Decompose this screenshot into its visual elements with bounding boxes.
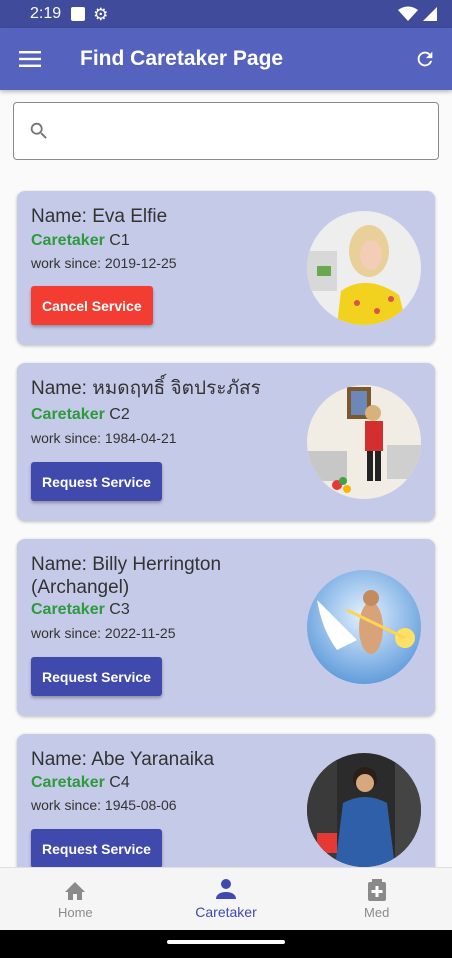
medical-icon	[367, 878, 386, 901]
notification-icon	[71, 7, 86, 21]
menu-icon	[19, 51, 41, 67]
nav-med[interactable]: Med	[301, 868, 452, 930]
person-icon	[216, 879, 236, 899]
caretaker-role: Caretaker C2	[31, 406, 130, 424]
gesture-handle[interactable]	[167, 940, 285, 944]
search-input[interactable]	[58, 103, 438, 159]
status-bar: 2:19 ⚙	[0, 0, 452, 28]
caretaker-name: Name: Abe Yaranaika	[31, 749, 215, 770]
role-label: Caretaker	[31, 232, 105, 249]
caretaker-name: Name: Billy Herrington (Archangel)	[31, 554, 222, 598]
caretaker-name: Name: หมดฤทธิ์ จิตประภัสร	[31, 378, 261, 399]
search-icon	[30, 122, 47, 139]
nav-caretaker-label: Caretaker	[195, 904, 257, 920]
home-icon	[65, 881, 86, 900]
signal-icon	[423, 7, 437, 21]
caretaker-role: Caretaker C3	[31, 601, 130, 619]
caretaker-name: Name: Eva Elfie	[31, 206, 168, 227]
work-since: work since: 2019-12-25	[31, 255, 177, 271]
caretaker-role: Caretaker C1	[31, 232, 130, 250]
app-bar: Find Caretaker Page	[0, 28, 452, 90]
nav-home-label: Home	[57, 904, 93, 920]
work-since: work since: 1984-04-21	[31, 430, 177, 446]
bottom-navigation: Home Caretaker Med	[0, 867, 452, 930]
request-service-button[interactable]: Request Service	[31, 829, 162, 867]
caretaker-code: C2	[109, 406, 130, 423]
caretaker-list: Name: Eva Elfie Caretaker C1 work since:…	[0, 190, 452, 867]
gesture-bar	[0, 930, 452, 958]
caretaker-code: C4	[109, 774, 130, 791]
avatar	[307, 753, 421, 867]
menu-button[interactable]	[0, 28, 60, 90]
caretaker-code: C3	[109, 601, 130, 618]
caretaker-code: C1	[109, 232, 130, 249]
cancel-service-button[interactable]: Cancel Service	[31, 286, 153, 325]
refresh-button[interactable]	[398, 28, 452, 90]
status-indicators	[398, 6, 438, 22]
work-since: work since: 2022-11-25	[31, 625, 176, 641]
request-service-button[interactable]: Request Service	[31, 657, 162, 696]
caretaker-card: Name: Abe Yaranaika Caretaker C4 work si…	[17, 734, 435, 867]
nav-med-label: Med	[364, 904, 390, 920]
caretaker-card: Name: หมดฤทธิ์ จิตประภัสร Caretaker C2 w…	[17, 363, 435, 521]
caretaker-card: Name: Billy Herrington (Archangel) Caret…	[17, 539, 435, 716]
wifi-icon	[398, 6, 418, 21]
role-label: Caretaker	[31, 601, 105, 618]
nav-caretaker[interactable]: Caretaker	[151, 868, 302, 930]
caretaker-role: Caretaker C4	[31, 774, 130, 792]
work-since: work since: 1945-08-06	[31, 797, 177, 813]
caretaker-card: Name: Eva Elfie Caretaker C1 work since:…	[17, 191, 435, 345]
search-field[interactable]	[13, 102, 439, 160]
status-time: 2:19	[30, 5, 62, 22]
refresh-icon	[417, 51, 433, 67]
settings-icon: ⚙	[93, 4, 109, 24]
nav-home[interactable]: Home	[0, 868, 151, 930]
request-service-button[interactable]: Request Service	[31, 462, 162, 501]
avatar	[307, 570, 421, 684]
role-label: Caretaker	[31, 774, 105, 791]
role-label: Caretaker	[31, 406, 105, 423]
page-title: Find Caretaker Page	[80, 47, 284, 70]
avatar	[307, 211, 421, 325]
avatar	[307, 385, 421, 499]
